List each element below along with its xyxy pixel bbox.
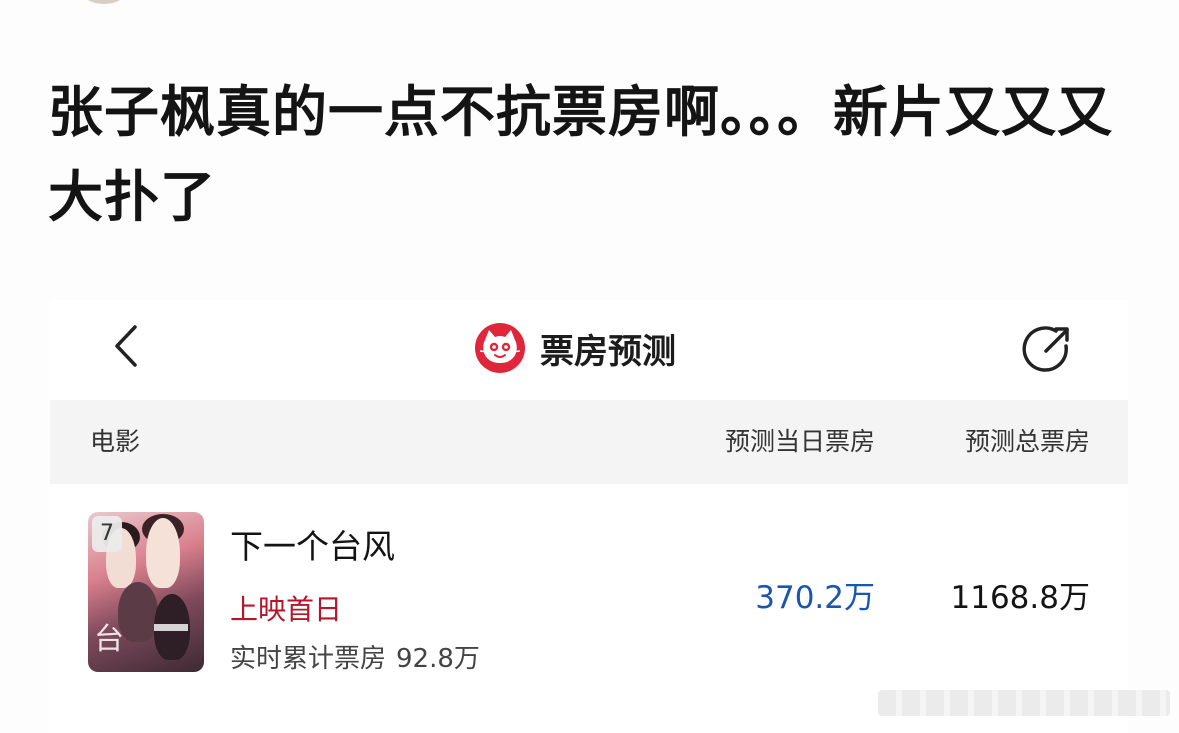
avatar[interactable]	[82, 0, 126, 4]
poster-figure	[118, 582, 158, 642]
share-arrow-icon[interactable]	[1020, 320, 1076, 376]
page-title: 票房预测	[474, 322, 676, 374]
movie-title[interactable]: 下一个台风	[230, 520, 395, 568]
watermark	[878, 690, 1170, 716]
poster-title-art: 台	[94, 622, 124, 657]
cumulative-value: 92.8万	[396, 644, 480, 674]
nav-title-text: 票房预测	[540, 331, 676, 372]
column-header-predicted-total[interactable]: 预测总票房	[965, 400, 1090, 484]
cumulative-box-office: 实时累计票房 92.8万	[230, 638, 480, 675]
release-status: 上映首日	[230, 593, 343, 626]
column-header-predicted-day[interactable]: 预测当日票房	[725, 400, 875, 484]
predicted-total-box-office: 1168.8万	[950, 580, 1090, 616]
box-office-screenshot: 票房预测 电影 预测当日票房 预测总票房 台 7 下一个台风 上映首日 实时累计…	[50, 300, 1128, 733]
table-row[interactable]: 台 7 下一个台风 上映首日 实时累计票房 92.8万 370.2万 1168.8…	[50, 500, 1128, 690]
cat-logo-icon	[475, 323, 525, 373]
poster-banner	[154, 624, 188, 631]
post-text: 张子枫真的一点不抗票房啊。。。新片又又又大扑了	[48, 80, 1114, 229]
chevron-left-icon[interactable]	[108, 321, 148, 371]
poster-figure	[146, 518, 180, 588]
cumulative-label: 实时累计票房	[230, 644, 387, 674]
movie-poster[interactable]: 台 7	[88, 512, 204, 672]
table-header: 电影 预测当日票房 预测总票房	[50, 400, 1128, 484]
column-header-movie: 电影	[90, 427, 141, 456]
predicted-day-box-office: 370.2万	[755, 580, 875, 616]
rank-badge: 7	[92, 516, 122, 552]
